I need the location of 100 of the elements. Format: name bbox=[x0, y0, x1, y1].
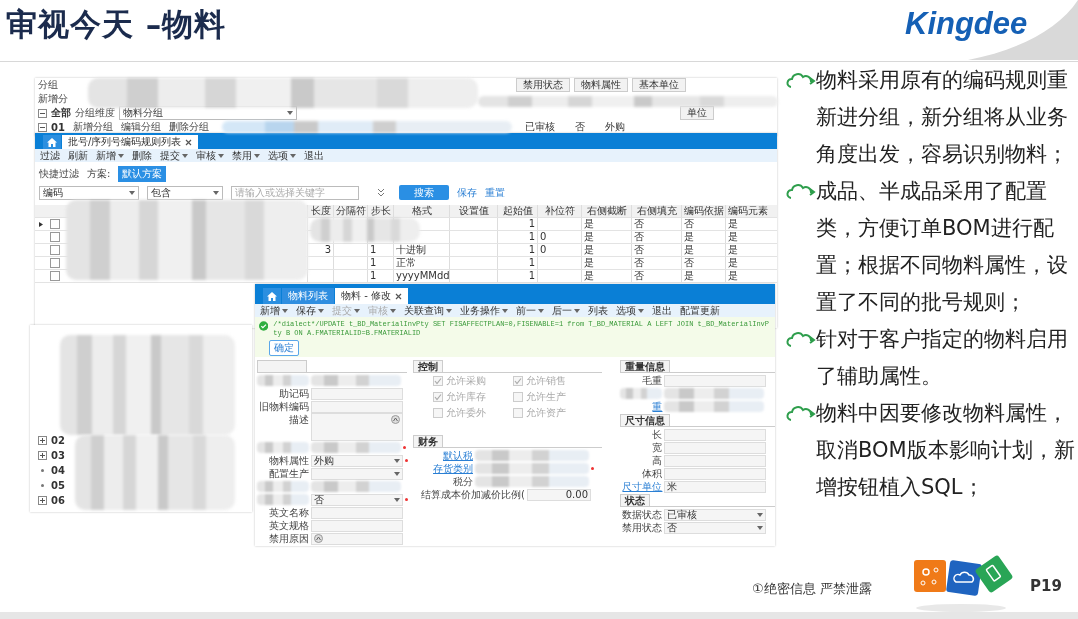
select-field[interactable] bbox=[311, 467, 403, 480]
toolbar-button[interactable]: 提交 bbox=[157, 149, 191, 162]
home-tab[interactable] bbox=[43, 135, 61, 149]
field-label: 分组 bbox=[38, 78, 58, 92]
row-checkbox[interactable] bbox=[50, 271, 60, 281]
select-field[interactable]: 外购 bbox=[311, 454, 403, 467]
table-cell: 否 bbox=[631, 270, 681, 282]
input-field[interactable] bbox=[664, 374, 767, 387]
field-label: 宽 bbox=[651, 440, 663, 455]
tree-node[interactable]: 06 bbox=[51, 495, 65, 506]
table-cell: 是 bbox=[725, 244, 769, 256]
column-header: 右侧截断 bbox=[581, 205, 631, 217]
tree-node[interactable]: 全部 bbox=[51, 106, 71, 120]
table-cell-text: 外购 bbox=[603, 120, 626, 134]
caret-icon bbox=[354, 308, 360, 313]
operator-select[interactable]: 包含 bbox=[147, 185, 223, 200]
row-checkbox[interactable] bbox=[50, 245, 60, 255]
input-field[interactable] bbox=[664, 467, 767, 480]
tree-action-link[interactable]: 编辑分组 bbox=[120, 120, 161, 134]
collapse-icon bbox=[38, 108, 47, 118]
column-header: 补位符 bbox=[537, 205, 581, 217]
tree-node[interactable]: 02 bbox=[51, 435, 65, 446]
toolbar-button[interactable]: 删除 bbox=[129, 149, 155, 162]
table-cell-text: 否 bbox=[573, 120, 586, 134]
toolbar-button[interactable]: 选项 bbox=[613, 304, 647, 317]
toolbar-button[interactable]: 选项 bbox=[265, 149, 299, 162]
toolbar-button[interactable]: 业务操作 bbox=[457, 304, 511, 317]
field-label: 英文规格 bbox=[268, 518, 309, 533]
input-field[interactable] bbox=[664, 441, 767, 454]
row-checkbox[interactable] bbox=[50, 232, 60, 242]
table-cell: 0 bbox=[537, 244, 581, 256]
caret-icon bbox=[129, 190, 135, 195]
select-field[interactable]: 否 bbox=[664, 521, 767, 534]
filter-field-select[interactable]: 编码 bbox=[39, 185, 139, 200]
toolbar-button[interactable]: 审核 bbox=[193, 149, 227, 162]
input-field[interactable] bbox=[664, 428, 767, 441]
description-field[interactable] bbox=[311, 413, 403, 441]
select-field[interactable]: 已审核 bbox=[664, 508, 767, 521]
lookup-field[interactable] bbox=[311, 532, 403, 545]
toolbar-button[interactable]: 前一 bbox=[513, 304, 547, 317]
tree-node[interactable]: 05 bbox=[51, 480, 65, 491]
tree-action-link[interactable]: 删除分组 bbox=[168, 120, 209, 134]
field-label: 物料属性 bbox=[268, 453, 309, 468]
link[interactable]: 保存 bbox=[457, 185, 477, 200]
column-header: 起始值 bbox=[497, 205, 537, 217]
table-cell: 1 bbox=[497, 257, 537, 269]
toolbar-button[interactable]: 列表 bbox=[585, 304, 611, 317]
ok-button[interactable]: 确定 bbox=[269, 340, 299, 356]
column-header: 分隔符 bbox=[333, 205, 367, 217]
column-header: 步长 bbox=[367, 205, 393, 217]
tab[interactable]: 物料 - 修改 bbox=[335, 288, 408, 304]
home-tab[interactable] bbox=[263, 288, 281, 304]
input-field[interactable] bbox=[311, 506, 403, 519]
filter-label: 快捷过滤 bbox=[39, 166, 79, 181]
input-field[interactable] bbox=[311, 387, 403, 400]
toolbar-button[interactable]: 退出 bbox=[301, 149, 327, 162]
field-link[interactable]: 重 bbox=[620, 399, 663, 414]
table-cell: 否 bbox=[631, 244, 681, 256]
tab[interactable]: 批号/序列号编码规则列表 bbox=[62, 135, 199, 149]
link[interactable]: 重置 bbox=[485, 185, 505, 200]
field-label: 禁用原因 bbox=[268, 531, 309, 546]
toolbar-button[interactable]: 禁用 bbox=[229, 149, 263, 162]
table-cell: 1 bbox=[497, 218, 537, 230]
table-cell: 0 bbox=[537, 231, 581, 243]
lookup-icon bbox=[391, 415, 400, 424]
caret-icon bbox=[446, 308, 452, 313]
tree-node[interactable]: 04 bbox=[51, 465, 65, 476]
toolbar-button[interactable]: 新增 bbox=[257, 304, 291, 317]
field-label: 旧物料编码 bbox=[258, 399, 309, 414]
select-field[interactable]: 否 bbox=[311, 493, 403, 506]
tree-node[interactable]: 01 bbox=[51, 121, 65, 133]
input-field[interactable]: 0.00 bbox=[527, 488, 591, 501]
tree-node[interactable]: 03 bbox=[51, 450, 65, 461]
toolbar-button[interactable]: 关联查询 bbox=[401, 304, 455, 317]
keyword-field[interactable]: 请输入或选择关键字 bbox=[231, 185, 359, 200]
caret-icon bbox=[282, 308, 288, 313]
row-checkbox[interactable] bbox=[50, 219, 60, 229]
success-check-icon bbox=[259, 320, 269, 332]
input-field[interactable]: 米 bbox=[664, 480, 767, 493]
field-link[interactable]: 尺寸单位 bbox=[620, 479, 663, 494]
caret-icon bbox=[318, 308, 324, 313]
field-label: 英文名称 bbox=[268, 505, 309, 520]
toolbar-button[interactable]: 退出 bbox=[649, 304, 675, 317]
table-cell: 是 bbox=[725, 257, 769, 269]
table-cell: 1 bbox=[497, 244, 537, 256]
field-link[interactable]: 默认税 bbox=[413, 448, 473, 463]
field-link[interactable]: 存货类别 bbox=[413, 461, 473, 476]
toolbar-button[interactable]: 配置更新 bbox=[677, 304, 723, 317]
toolbar-button[interactable]: 后一 bbox=[549, 304, 583, 317]
toolbar-button[interactable]: 刷新 bbox=[65, 149, 91, 162]
scheme-label: 方案: bbox=[87, 166, 111, 181]
input-field[interactable] bbox=[664, 454, 767, 467]
caret-icon bbox=[390, 308, 396, 313]
toolbar-button[interactable]: 过滤 bbox=[37, 149, 63, 162]
toolbar-button[interactable]: 新增 bbox=[93, 149, 127, 162]
input-field[interactable] bbox=[311, 519, 403, 532]
toolbar-button[interactable]: 保存 bbox=[293, 304, 327, 317]
input-field[interactable] bbox=[311, 400, 403, 413]
row-checkbox[interactable] bbox=[50, 258, 60, 268]
tree-action-link[interactable]: 新增分组 bbox=[72, 120, 113, 134]
